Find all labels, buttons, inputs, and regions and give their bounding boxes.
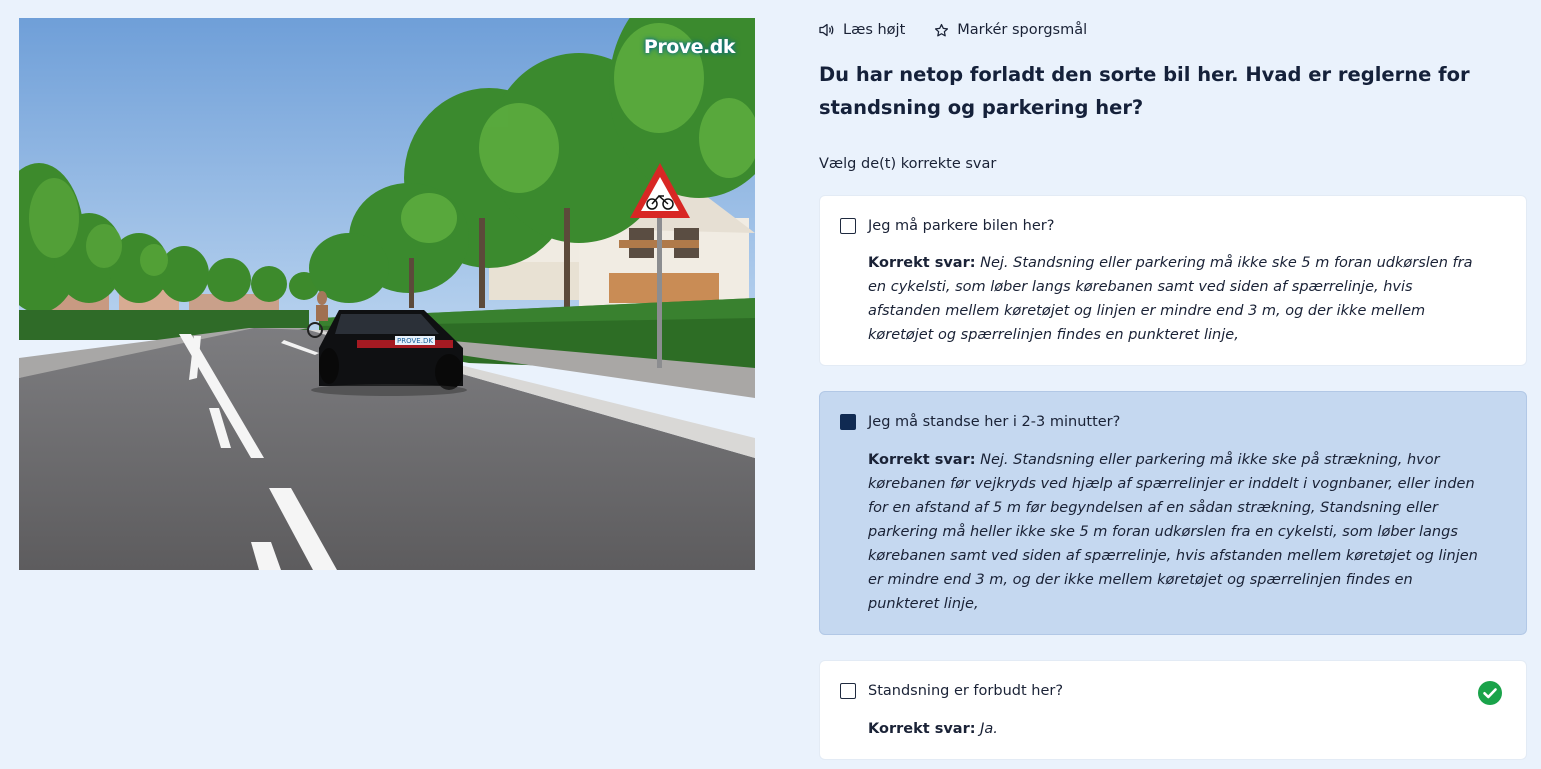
mark-question-button[interactable]: Markér sporgsmål bbox=[934, 22, 1087, 38]
answer-instruction: Vælg de(t) korrekte svar bbox=[819, 156, 997, 172]
option-3-answer-text: Ja. bbox=[980, 721, 998, 737]
option-2-row[interactable]: Jeg må standse her i 2-3 minutter? bbox=[840, 414, 1120, 430]
question-title: Du har netop forladt den sorte bil her. … bbox=[819, 63, 1470, 119]
option-3-explanation: Korrekt svar: Ja. bbox=[868, 717, 1478, 741]
option-1-label: Jeg må parkere bilen her? bbox=[868, 218, 1055, 234]
option-3-answer-label: Korrekt svar: bbox=[868, 721, 976, 737]
option-2-explanation: Korrekt svar: Nej. Standsning eller park… bbox=[868, 448, 1478, 616]
option-1-explanation: Korrekt svar: Nej. Standsning eller park… bbox=[868, 251, 1478, 347]
option-3-checkbox[interactable] bbox=[840, 683, 856, 699]
question-toolbar: Læs højt Markér sporgsmål bbox=[819, 19, 1116, 41]
option-3-label: Standsning er forbudt her? bbox=[868, 683, 1064, 699]
option-1-checkbox[interactable] bbox=[840, 218, 856, 234]
option-1-answer-label: Korrekt svar: bbox=[868, 255, 976, 271]
provedk-logo: Prove.dk bbox=[643, 36, 736, 58]
question-image: PROVE.DK Prove.dk bbox=[19, 18, 755, 570]
read-aloud-button[interactable]: Læs højt bbox=[819, 22, 905, 38]
license-plate-text: PROVE.DK bbox=[397, 337, 433, 345]
star-icon bbox=[934, 23, 949, 38]
option-2-checkbox[interactable] bbox=[840, 414, 856, 430]
read-aloud-label: Læs højt bbox=[843, 22, 906, 38]
speaker-icon bbox=[819, 23, 835, 37]
option-2-label: Jeg må standse her i 2-3 minutter? bbox=[868, 414, 1121, 430]
correct-check-icon bbox=[1478, 681, 1502, 705]
road-scene-illustration: PROVE.DK bbox=[19, 18, 755, 570]
mark-question-label: Markér sporgsmål bbox=[957, 22, 1088, 38]
option-2-answer-text: Nej. Standsning eller parkering må ikke … bbox=[868, 452, 1478, 612]
answer-option-2[interactable]: Jeg må standse her i 2-3 minutter? Korre… bbox=[819, 391, 1527, 635]
answer-option-3[interactable]: Standsning er forbudt her? Korrekt svar:… bbox=[819, 660, 1527, 760]
answer-option-1[interactable]: Jeg må parkere bilen her? Korrekt svar: … bbox=[819, 195, 1527, 366]
option-3-row[interactable]: Standsning er forbudt her? bbox=[840, 683, 1063, 699]
option-2-answer-label: Korrekt svar: bbox=[868, 452, 976, 468]
option-1-row[interactable]: Jeg må parkere bilen her? bbox=[840, 218, 1054, 234]
